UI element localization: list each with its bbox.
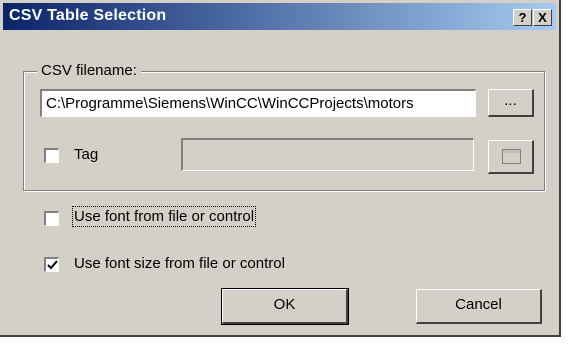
title-bar[interactable]: CSV Table Selection ? X bbox=[3, 3, 556, 30]
use-font-size-label: Use font size from file or control bbox=[74, 255, 285, 272]
checkmark-icon bbox=[47, 260, 58, 270]
tag-checkbox[interactable] bbox=[44, 148, 59, 163]
browse-file-button[interactable]: ... bbox=[488, 89, 534, 117]
dialog-window: CSV Table Selection ? X CSV filename: C:… bbox=[0, 0, 561, 337]
csv-filename-group-label: CSV filename: bbox=[37, 62, 141, 79]
close-button[interactable]: X bbox=[533, 9, 552, 26]
close-icon: X bbox=[538, 10, 547, 25]
cancel-button[interactable]: Cancel bbox=[416, 289, 542, 324]
use-font-checkbox[interactable] bbox=[44, 211, 59, 226]
tag-input[interactable] bbox=[181, 138, 474, 171]
use-font-label: Use font from file or control bbox=[71, 206, 257, 227]
tag-browse-icon bbox=[502, 149, 521, 164]
tag-browse-button[interactable] bbox=[488, 140, 534, 174]
window-title: CSV Table Selection bbox=[9, 7, 167, 24]
browse-file-label: ... bbox=[504, 92, 517, 109]
csv-filename-input[interactable]: C:\Programme\Siemens\WinCC\WinCCProjects… bbox=[40, 89, 476, 117]
tag-label: Tag bbox=[74, 146, 99, 163]
cancel-button-label: Cancel bbox=[455, 296, 502, 313]
help-icon: ? bbox=[518, 10, 527, 25]
help-button[interactable]: ? bbox=[513, 9, 532, 26]
use-font-size-checkbox[interactable] bbox=[44, 257, 59, 272]
ok-button[interactable]: OK bbox=[221, 288, 349, 325]
ok-button-label: OK bbox=[273, 296, 296, 313]
